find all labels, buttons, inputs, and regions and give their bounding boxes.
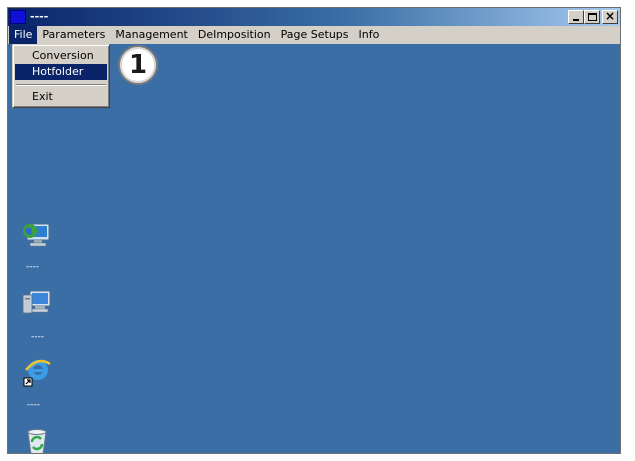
menu-parameters[interactable]: Parameters: [37, 26, 110, 44]
recycle-bin-icon: [27, 429, 47, 453]
menu-item-hotfolder[interactable]: Hotfolder: [15, 64, 107, 80]
window-title: ----: [30, 10, 49, 23]
minimize-button[interactable]: [568, 10, 584, 24]
title-bar[interactable]: ---- ×: [8, 8, 620, 26]
network-globe-icon: [23, 223, 50, 247]
menu-page-setups[interactable]: Page Setups: [276, 26, 354, 44]
application-window: ---- × File Parameters Management DeImpo…: [7, 7, 621, 454]
menu-management[interactable]: Management: [110, 26, 192, 44]
maximize-button[interactable]: [584, 10, 600, 24]
desktop-icon-internet-explorer[interactable]: ----: [21, 356, 57, 410]
minimize-icon: [573, 19, 579, 21]
desktop-icon-label: ----: [26, 262, 39, 272]
menu-info[interactable]: Info: [354, 26, 385, 44]
step-number: 1: [128, 50, 148, 80]
menu-separator: [16, 84, 106, 86]
desktop-icon-computer[interactable]: ----: [21, 288, 57, 342]
step-callout: 1: [118, 45, 158, 85]
computer-icon: [22, 290, 51, 314]
menu-file[interactable]: File: [9, 26, 38, 44]
menu-bar: File Parameters Management DeImposition …: [8, 26, 620, 44]
window-controls: ×: [568, 9, 618, 24]
desktop-icon-label: ----: [31, 332, 44, 342]
desktop-icon-label: ----: [27, 400, 40, 410]
desktop-icon-recycle-bin[interactable]: [21, 426, 57, 453]
menu-item-exit[interactable]: Exit: [15, 89, 107, 105]
maximize-icon: [588, 13, 597, 21]
desktop-icon-network[interactable]: ----: [21, 220, 57, 272]
close-icon: ×: [604, 9, 616, 23]
close-button[interactable]: ×: [602, 9, 618, 24]
menu-deimposition[interactable]: DeImposition: [193, 26, 276, 44]
app-icon[interactable]: [10, 10, 26, 24]
internet-explorer-icon: [23, 359, 51, 387]
file-menu-dropdown: Conversion Hotfolder Exit: [12, 44, 110, 108]
menu-item-conversion[interactable]: Conversion: [15, 48, 107, 64]
